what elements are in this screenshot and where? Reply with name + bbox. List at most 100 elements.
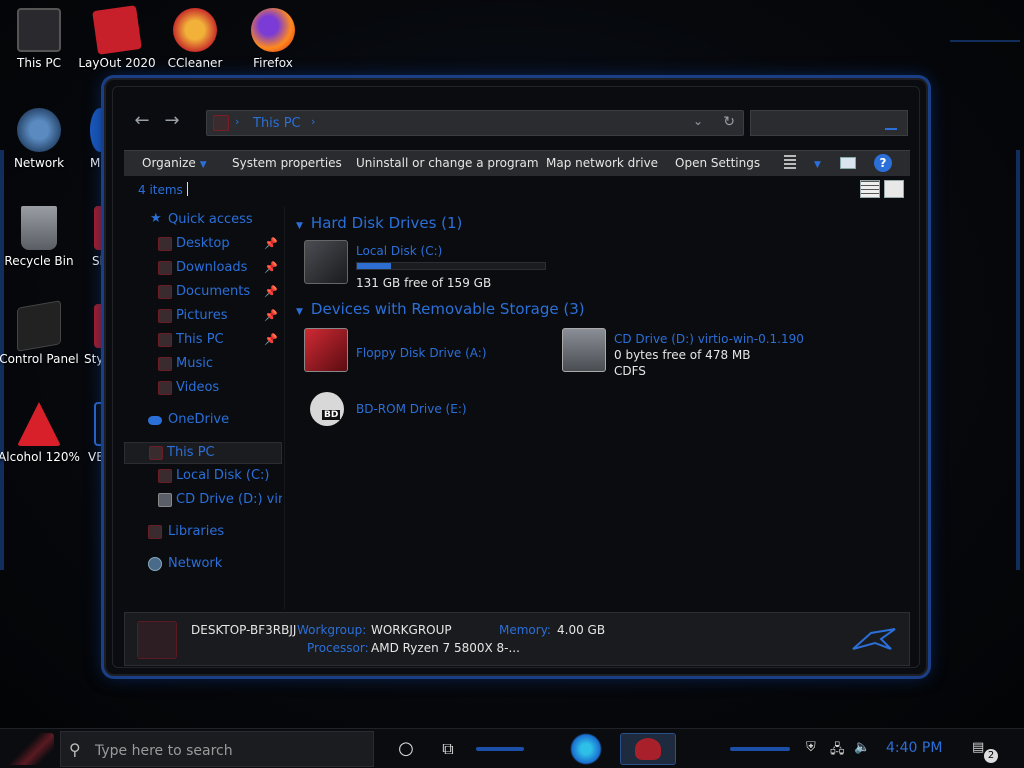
explorer-taskbar-button[interactable] bbox=[620, 733, 676, 765]
address-text[interactable]: This PC bbox=[253, 116, 301, 131]
uninstall-program-button[interactable]: Uninstall or change a program bbox=[356, 156, 539, 170]
map-network-drive-button[interactable]: Map network drive bbox=[546, 156, 658, 170]
processor-label: Processor: bbox=[307, 641, 369, 655]
desktop-icon-label: Mi bbox=[90, 156, 104, 170]
taskbar-clock[interactable]: 4:40 PM bbox=[886, 740, 942, 756]
cd-drive-icon bbox=[158, 493, 172, 507]
nav-downloads[interactable]: Downloads 📌 bbox=[124, 258, 282, 280]
details-view-icon[interactable] bbox=[860, 180, 880, 198]
desktop-icon-firefox[interactable]: Firefox bbox=[228, 8, 318, 70]
details-pane: DESKTOP-BF3RBJJ Workgroup: WORKGROUP Mem… bbox=[124, 612, 910, 666]
organize-label: Organize bbox=[142, 156, 196, 170]
drive-cd-d[interactable]: CD Drive (D:) virtio-win-0.1.190 0 bytes… bbox=[562, 328, 862, 378]
explorer-app-icon bbox=[635, 738, 661, 760]
back-button[interactable]: ← bbox=[132, 112, 152, 130]
search-input[interactable] bbox=[750, 110, 908, 136]
pin-icon[interactable]: 📌 bbox=[264, 309, 278, 322]
status-row: 4 items bbox=[124, 178, 910, 202]
pin-icon[interactable]: 📌 bbox=[264, 285, 278, 298]
nav-this-pc[interactable]: This PC bbox=[124, 442, 282, 464]
hard-drive-icon bbox=[304, 240, 348, 284]
desktop-icon-sk[interactable]: Sk bbox=[46, 206, 107, 268]
navigation-pane: ★ Quick access Desktop 📌 Downloads 📌 Doc… bbox=[124, 206, 282, 610]
collapse-triangle-icon[interactable]: ▼ bbox=[296, 221, 303, 231]
nav-label: Videos bbox=[176, 380, 220, 395]
desktop-icon-ccleaner[interactable]: CCleaner bbox=[150, 8, 240, 70]
nav-local-disk[interactable]: Local Disk (C:) bbox=[124, 466, 282, 488]
address-bar[interactable]: › This PC › ⌄ ↻ bbox=[206, 110, 744, 136]
drive-free-space: 131 GB free of 159 GB bbox=[356, 276, 492, 290]
firefox-icon bbox=[251, 8, 295, 52]
chevron-down-icon: ▼ bbox=[814, 160, 821, 170]
edge-glow-right bbox=[1016, 150, 1020, 570]
open-settings-button[interactable]: Open Settings bbox=[675, 156, 760, 170]
notifications-icon[interactable]: ▤ bbox=[972, 740, 984, 755]
nav-label: Quick access bbox=[168, 212, 253, 227]
system-properties-button[interactable]: System properties bbox=[232, 156, 342, 170]
desktop-icon-styl[interactable]: Styl bbox=[46, 304, 107, 366]
collapse-triangle-icon[interactable]: ▼ bbox=[296, 307, 303, 317]
nav-cd-drive[interactable]: CD Drive (D:) virtic bbox=[124, 490, 282, 512]
drive-local-disk-c[interactable]: Local Disk (C:) 131 GB free of 159 GB bbox=[304, 240, 564, 290]
pin-icon[interactable]: 📌 bbox=[264, 333, 278, 346]
desktop-icon-layout[interactable]: LayOut 2020 bbox=[72, 5, 162, 70]
nav-documents[interactable]: Documents 📌 bbox=[124, 282, 282, 304]
nav-label: This PC bbox=[167, 445, 215, 460]
volume-muted-icon[interactable]: 🔈 bbox=[854, 740, 870, 755]
drive-floppy-a[interactable]: Floppy Disk Drive (A:) bbox=[304, 328, 544, 374]
preview-pane-icon[interactable] bbox=[840, 157, 856, 169]
group-header-removable[interactable]: ▼ Devices with Removable Storage (3) bbox=[296, 300, 585, 318]
network-tray-icon[interactable]: 🖧 bbox=[830, 740, 845, 762]
task-view-icon[interactable]: ⧉ bbox=[428, 733, 468, 765]
search-icon: ⚲ bbox=[69, 740, 81, 759]
processor-value: AMD Ryzen 7 5800X 8-... bbox=[371, 641, 520, 655]
refresh-icon[interactable]: ↻ bbox=[723, 114, 735, 130]
content-pane: ▼ Hard Disk Drives (1) Local Disk (C:) 13… bbox=[290, 206, 910, 610]
pin-icon[interactable]: 📌 bbox=[264, 261, 278, 274]
forward-button[interactable]: → bbox=[162, 112, 182, 130]
taskbar-decoration bbox=[476, 747, 524, 751]
drive-name: Floppy Disk Drive (A:) bbox=[356, 346, 487, 360]
group-title: Hard Disk Drives (1) bbox=[310, 214, 463, 232]
group-title: Devices with Removable Storage (3) bbox=[310, 300, 585, 318]
this-pc-icon bbox=[17, 8, 61, 52]
taskbar: ⚲ Type here to search ○ ⧉ ⛨ 🖧 🔈 4:40 PM … bbox=[0, 728, 1024, 768]
view-options-dropdown[interactable]: ▼ bbox=[810, 156, 821, 170]
help-icon[interactable]: ? bbox=[874, 154, 892, 172]
pictures-folder-icon bbox=[158, 309, 172, 323]
nav-videos[interactable]: Videos bbox=[124, 378, 282, 400]
this-pc-icon bbox=[213, 115, 229, 131]
organize-button[interactable]: Organize ▼ bbox=[142, 156, 207, 170]
desktop-icon-ve[interactable]: VE bbox=[46, 402, 106, 464]
nav-this-pc-quick[interactable]: This PC 📌 bbox=[124, 330, 282, 352]
desktop-icon-label: CCleaner bbox=[167, 56, 223, 70]
text-cursor bbox=[187, 182, 188, 196]
videos-folder-icon bbox=[158, 381, 172, 395]
group-header-hard-disks[interactable]: ▼ Hard Disk Drives (1) bbox=[296, 214, 462, 232]
bd-badge: BD bbox=[322, 410, 341, 420]
pin-icon[interactable]: 📌 bbox=[264, 237, 278, 250]
drive-name: Local Disk (C:) bbox=[356, 244, 443, 258]
taskbar-search-box[interactable]: ⚲ Type here to search bbox=[60, 731, 374, 767]
nav-quick-access[interactable]: ★ Quick access bbox=[124, 210, 282, 232]
edge-browser-icon[interactable] bbox=[566, 733, 606, 765]
cd-drive-icon bbox=[562, 328, 606, 372]
large-icons-view-icon[interactable] bbox=[884, 180, 904, 198]
drive-bd-rom-e[interactable]: BD BD-ROM Drive (E:) bbox=[304, 388, 544, 434]
pane-divider[interactable] bbox=[284, 206, 285, 610]
nav-network[interactable]: Network bbox=[124, 554, 282, 576]
nav-libraries[interactable]: Libraries bbox=[124, 522, 282, 544]
nav-music[interactable]: Music bbox=[124, 354, 282, 376]
layout-app-icon bbox=[92, 5, 142, 55]
desktop-icon-mi[interactable]: Mi bbox=[46, 108, 110, 170]
file-explorer-window: ← → › This PC › ⌄ ↻ Organize ▼ System pro… bbox=[104, 78, 928, 676]
nav-pictures[interactable]: Pictures 📌 bbox=[124, 306, 282, 328]
nav-desktop[interactable]: Desktop 📌 bbox=[124, 234, 282, 256]
cortana-icon[interactable]: ○ bbox=[386, 733, 426, 765]
change-view-icon[interactable] bbox=[784, 155, 796, 171]
chevron-down-icon[interactable]: ⌄ bbox=[693, 114, 703, 128]
security-shield-icon[interactable]: ⛨ bbox=[806, 740, 816, 755]
hard-drive-icon bbox=[158, 469, 172, 483]
start-button[interactable] bbox=[8, 733, 54, 765]
nav-onedrive[interactable]: OneDrive bbox=[124, 410, 282, 432]
